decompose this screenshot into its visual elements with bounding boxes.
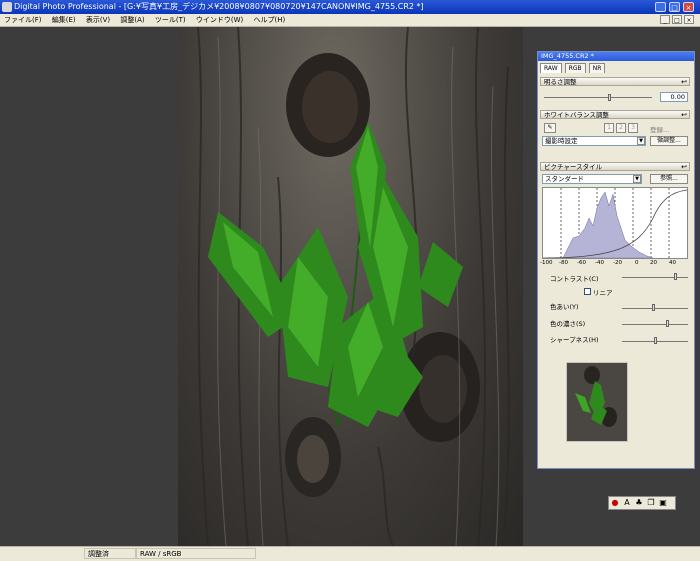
- picture-style-header-label: ピクチャースタイル: [544, 163, 603, 171]
- linear-label: リニア: [593, 289, 613, 297]
- menu-window[interactable]: ウインドウ(W): [196, 16, 243, 24]
- status-bar: 調整済 RAW / sRGB: [0, 546, 700, 561]
- saturation-slider-thumb[interactable]: [666, 320, 669, 327]
- color-tone-label: 色あい(Y): [550, 303, 579, 311]
- histogram-tick-label: 40: [669, 260, 676, 266]
- brightness-slider[interactable]: [544, 97, 652, 98]
- brightness-section-header: 明るさ調整 ↩: [540, 77, 690, 86]
- menu-view[interactable]: 表示(V): [86, 16, 110, 24]
- sharpness-label: シャープネス(H): [550, 336, 599, 344]
- wb-preset-3-button[interactable]: 3: [628, 123, 638, 133]
- panel-title[interactable]: IMG_4755.CR2 *: [538, 52, 694, 61]
- histogram-tick-label: -40: [595, 260, 604, 266]
- histogram-tick-label: -20: [613, 260, 622, 266]
- white-balance-reset-icon[interactable]: ↩: [681, 111, 687, 120]
- brightness-header-label: 明るさ調整: [544, 78, 577, 86]
- linear-checkbox[interactable]: [584, 288, 591, 295]
- brightness-reset-icon[interactable]: ↩: [681, 78, 687, 87]
- edit-tool-palette: ● A ♣ ❐ ▣: [608, 496, 676, 510]
- wb-register-button[interactable]: 登録...: [650, 124, 669, 134]
- picture-style-browse-button[interactable]: 参照...: [650, 174, 688, 184]
- red-eye-icon[interactable]: ●: [609, 497, 621, 509]
- color-tone-slider-thumb[interactable]: [652, 304, 655, 311]
- menu-edit[interactable]: 編集(E): [52, 16, 76, 24]
- color-tone-slider[interactable]: [622, 308, 688, 309]
- saturation-slider[interactable]: [622, 324, 688, 325]
- histogram-tick-label: -80: [559, 260, 568, 266]
- histogram-tick-label: 20: [650, 260, 657, 266]
- histogram-tick-label: 0: [635, 260, 639, 266]
- panel-tabs: RAW RGB NR: [538, 63, 694, 73]
- brightness-value-field[interactable]: 0.00: [660, 92, 688, 102]
- menu-adjust[interactable]: 調整(A): [120, 16, 144, 24]
- wb-preset-2-button[interactable]: 2: [616, 123, 626, 133]
- chevron-down-icon[interactable]: ▼: [633, 175, 641, 183]
- menu-help[interactable]: ヘルプ(H): [253, 16, 285, 24]
- white-balance-header-label: ホワイトバランス調整: [544, 111, 609, 119]
- text-icon[interactable]: A: [621, 497, 633, 509]
- maximize-button[interactable]: □: [669, 2, 680, 12]
- tab-rgb[interactable]: RGB: [564, 63, 586, 73]
- status-format: RAW / sRGB: [136, 548, 256, 559]
- picture-style-select[interactable]: スタンダード: [542, 174, 642, 184]
- sharpness-slider-thumb[interactable]: [654, 337, 657, 344]
- navigator-thumbnail[interactable]: [566, 362, 628, 442]
- saturation-label: 色の濃さ(S): [550, 320, 586, 328]
- tab-raw[interactable]: RAW: [540, 63, 562, 73]
- photo-image: [178, 27, 523, 546]
- picture-style-section-header: ピクチャースタイル ↩: [540, 162, 690, 171]
- mdi-restore-button[interactable]: □: [672, 15, 682, 24]
- paste-icon[interactable]: ▣: [657, 497, 669, 509]
- white-balance-select[interactable]: 撮影時設定: [542, 136, 646, 146]
- wb-fine-tune-button[interactable]: 微調整...: [650, 136, 688, 146]
- menu-file[interactable]: ファイル(F): [4, 16, 42, 24]
- brightness-slider-thumb[interactable]: [608, 94, 611, 101]
- mdi-minimize-button[interactable]: _: [660, 15, 670, 24]
- app-icon[interactable]: [2, 2, 12, 12]
- tab-nr[interactable]: NR: [588, 63, 606, 73]
- histogram-tone-curve[interactable]: [542, 187, 688, 259]
- window-title: Digital Photo Professional - [G:¥写真¥工房_デ…: [14, 2, 424, 11]
- contrast-label: コントラスト(C): [550, 275, 599, 283]
- chevron-down-icon[interactable]: ▼: [637, 137, 645, 145]
- menu-tools[interactable]: ツール(T): [155, 16, 186, 24]
- mdi-close-button[interactable]: ×: [684, 15, 694, 24]
- histogram-tick-label: -60: [577, 260, 586, 266]
- tool-palette-window: IMG_4755.CR2 * RAW RGB NR 明るさ調整 ↩ 0.00 ホ…: [537, 51, 695, 469]
- contrast-slider[interactable]: [622, 277, 688, 278]
- histogram-tick-label: -100: [540, 260, 553, 266]
- white-balance-section-header: ホワイトバランス調整 ↩: [540, 110, 690, 119]
- copy-icon[interactable]: ❐: [645, 497, 657, 509]
- title-bar: Digital Photo Professional - [G:¥写真¥工房_デ…: [0, 0, 700, 14]
- minimize-button[interactable]: _: [655, 2, 666, 12]
- close-button[interactable]: ×: [683, 2, 694, 12]
- contrast-slider-thumb[interactable]: [674, 273, 677, 280]
- stamp-icon[interactable]: ♣: [633, 497, 645, 509]
- wb-preset-1-button[interactable]: 1: [604, 123, 614, 133]
- picture-style-reset-icon[interactable]: ↩: [681, 163, 687, 172]
- eyedropper-icon[interactable]: ✎: [544, 123, 556, 133]
- menu-bar: ファイル(F) 編集(E) 表示(V) 調整(A) ツール(T) ウインドウ(W…: [0, 14, 700, 27]
- status-adjusted: 調整済: [84, 548, 136, 559]
